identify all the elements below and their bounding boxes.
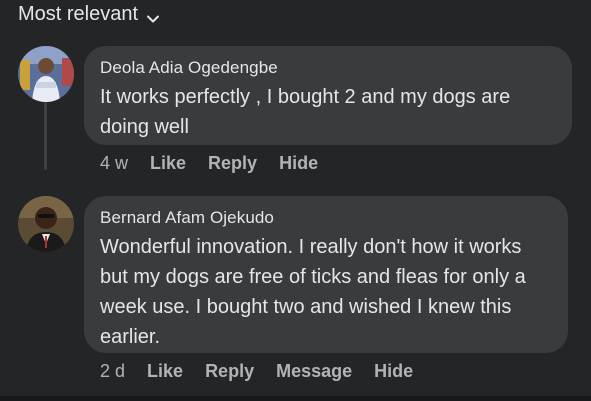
comment-time[interactable]: 4 w — [100, 153, 128, 174]
like-button[interactable]: Like — [150, 153, 186, 174]
comment-actions: 4 w Like Reply Hide — [100, 153, 340, 174]
comment-bubble: Bernard Afam Ojekudo Wonderful innovatio… — [84, 196, 568, 353]
comment-author[interactable]: Bernard Afam Ojekudo — [100, 208, 552, 228]
reply-button[interactable]: Reply — [208, 153, 257, 174]
avatar[interactable] — [18, 196, 74, 252]
hide-button[interactable]: Hide — [374, 361, 413, 382]
chevron-down-icon — [146, 9, 160, 23]
comment-bubble: Deola Adia Ogedengbe It works perfectly … — [84, 46, 572, 145]
avatar[interactable] — [18, 46, 74, 102]
bottom-divider — [0, 396, 591, 401]
thread-line — [44, 102, 47, 170]
sort-dropdown[interactable]: Most relevant — [18, 3, 160, 26]
comment-text: Wonderful innovation. I really don't how… — [100, 236, 526, 348]
reply-button[interactable]: Reply — [205, 361, 254, 382]
comment-author[interactable]: Deola Adia Ogedengbe — [100, 58, 556, 78]
comment-time[interactable]: 2 d — [100, 361, 125, 382]
comment-actions: 2 d Like Reply Message Hide — [100, 361, 435, 382]
sort-label: Most relevant — [18, 3, 139, 25]
message-button[interactable]: Message — [276, 361, 352, 382]
like-button[interactable]: Like — [147, 361, 183, 382]
hide-button[interactable]: Hide — [279, 153, 318, 174]
comment-text: It works perfectly , I bought 2 and my d… — [100, 86, 511, 138]
